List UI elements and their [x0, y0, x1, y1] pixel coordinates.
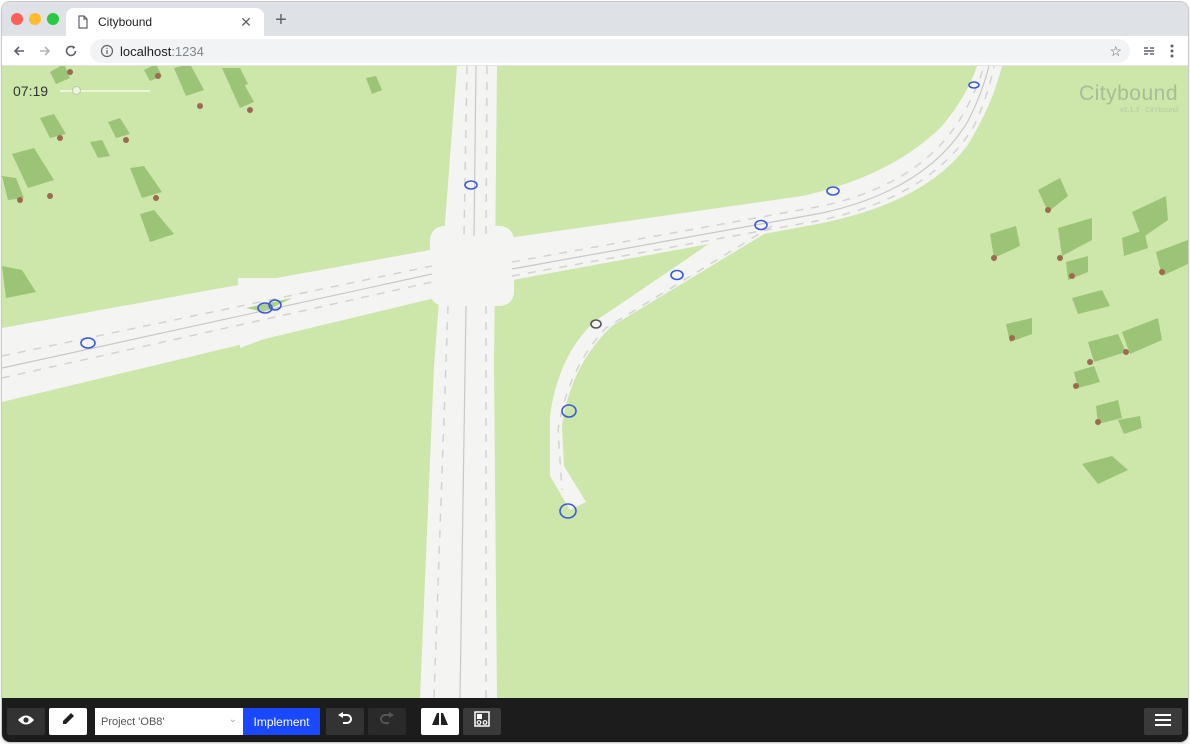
- url-port: :1234: [171, 43, 204, 59]
- pencil-icon: [60, 711, 76, 732]
- hamburger-menu-icon: [1155, 713, 1171, 731]
- slider-knob[interactable]: [72, 86, 81, 95]
- browser-window: Citybound ✕ + localhost:1234 ☆ 07:19 Cit…: [2, 2, 1188, 742]
- url-host: localhost: [120, 43, 172, 59]
- close-window-button[interactable]: [11, 13, 23, 25]
- tab-strip: Citybound ✕ +: [2, 2, 1188, 36]
- road-tool-button[interactable]: [421, 708, 459, 735]
- project-select[interactable]: Project 'OB8' ⌄: [95, 708, 243, 735]
- address-bar[interactable]: localhost:1234 ☆: [90, 39, 1130, 63]
- grass-ground: [2, 66, 1188, 698]
- brand-logo: Citybound v0.1.3 · CitYbound: [1079, 82, 1178, 114]
- undo-button[interactable]: [326, 708, 364, 735]
- info-icon[interactable]: [100, 44, 114, 58]
- time-speed-slider[interactable]: [60, 86, 150, 95]
- bookmark-star-icon[interactable]: ☆: [1109, 43, 1122, 60]
- new-tab-button[interactable]: +: [270, 10, 292, 32]
- main-menu-button[interactable]: [1144, 708, 1182, 735]
- redo-button[interactable]: [368, 708, 406, 735]
- edit-mode-button[interactable]: [49, 708, 87, 735]
- browser-toolbar: localhost:1234 ☆: [2, 36, 1188, 66]
- url-text: localhost:1234: [120, 44, 204, 59]
- zone-tool-button[interactable]: [463, 708, 501, 735]
- undo-icon: [337, 712, 353, 731]
- close-tab-icon[interactable]: ✕: [238, 14, 254, 31]
- project-label: Project 'OB8': [101, 715, 165, 728]
- intersection: [430, 226, 514, 306]
- game-clock: 07:19: [13, 83, 49, 99]
- forward-arrow-icon[interactable]: [34, 40, 56, 62]
- minimize-window-button[interactable]: [29, 13, 41, 25]
- tab-title: Citybound: [98, 15, 153, 29]
- city-map[interactable]: [2, 66, 1188, 698]
- tab-citybound[interactable]: Citybound ✕: [66, 8, 264, 36]
- chevron-down-icon: ⌄: [228, 714, 237, 725]
- brand-name: Citybound: [1078, 82, 1178, 105]
- maximize-window-button[interactable]: [47, 13, 59, 25]
- implement-button[interactable]: Implement: [243, 708, 320, 735]
- bottom-toolbar: Project 'OB8' ⌄ Implement: [2, 698, 1188, 742]
- view-mode-button[interactable]: [7, 708, 45, 735]
- eye-icon: [17, 713, 35, 731]
- road-tool-icon: [430, 712, 450, 731]
- vertical-dots-icon[interactable]: [1162, 40, 1182, 62]
- game-viewport[interactable]: 07:19 Citybound v0.1.3 · CitYbound: [2, 66, 1188, 698]
- page-icon: [76, 15, 90, 29]
- redo-icon: [379, 712, 395, 731]
- zone-tool-icon: [474, 711, 490, 732]
- brand-version: v0.1.3 · CitYbound: [1120, 107, 1178, 114]
- extension-icon[interactable]: [1138, 40, 1160, 62]
- back-arrow-icon[interactable]: [8, 40, 30, 62]
- reload-icon[interactable]: [60, 40, 82, 62]
